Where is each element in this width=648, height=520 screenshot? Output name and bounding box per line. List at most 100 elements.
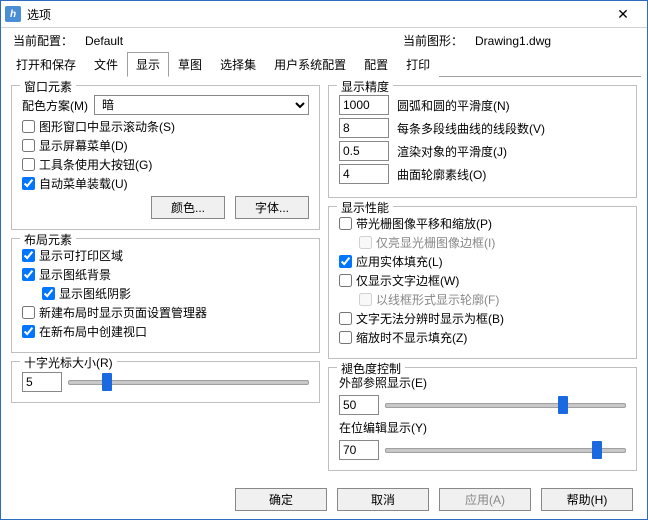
raster-frame-input [359, 236, 372, 249]
fade-control-group: 褪色度控制 外部参照显示(E) 在位编辑显示(Y) [328, 367, 637, 471]
scrollbars-input[interactable] [22, 120, 35, 133]
printable-area-input[interactable] [22, 249, 35, 262]
tab-5[interactable]: 用户系统配置 [265, 52, 355, 77]
text-frame-label: 仅显示文字边框(W) [356, 272, 459, 289]
render-smooth-input[interactable] [339, 141, 389, 161]
layout-elements-group: 布局元素 显示可打印区域 显示图纸背景 显示图纸阴影 新建布局时显示页面设置管理… [11, 238, 320, 353]
raster-pan-checkbox[interactable]: 带光栅图像平移和缩放(P) [339, 215, 626, 232]
apply-button[interactable]: 应用(A) [439, 488, 531, 511]
help-button[interactable]: 帮助(H) [541, 488, 633, 511]
solid-fill-input[interactable] [339, 255, 352, 268]
large-buttons-input[interactable] [22, 158, 35, 171]
zoom-nofill-checkbox[interactable]: 缩放时不显示填充(Z) [339, 329, 626, 346]
text-frame-input[interactable] [339, 274, 352, 287]
paper-bg-checkbox[interactable]: 显示图纸背景 [22, 266, 309, 283]
auto-menu-label: 自动菜单装载(U) [39, 175, 128, 192]
text-frame-checkbox[interactable]: 仅显示文字边框(W) [339, 272, 626, 289]
colors-button[interactable]: 颜色... [151, 196, 225, 219]
tab-4[interactable]: 选择集 [211, 52, 265, 77]
paper-shadow-checkbox[interactable]: 显示图纸阴影 [42, 285, 309, 302]
paper-bg-input[interactable] [22, 268, 35, 281]
screen-menu-label: 显示屏幕菜单(D) [39, 137, 128, 154]
poly-segments-input[interactable] [339, 118, 389, 138]
layout-elements-title: 布局元素 [20, 231, 76, 248]
paper-shadow-input[interactable] [42, 287, 55, 300]
xref-fade-slider[interactable] [385, 397, 626, 413]
color-scheme-select[interactable]: 暗 [94, 95, 309, 115]
tab-0[interactable]: 打开和保存 [7, 52, 85, 77]
scrollbars-checkbox[interactable]: 图形窗口中显示滚动条(S) [22, 118, 309, 135]
screen-menu-checkbox[interactable]: 显示屏幕菜单(D) [22, 137, 309, 154]
new-layout-checkbox[interactable]: 新建布局时显示页面设置管理器 [22, 304, 309, 321]
printable-area-label: 显示可打印区域 [39, 247, 123, 264]
current-config-label: 当前配置： [13, 32, 73, 49]
arc-smooth-label: 圆弧和圆的平滑度(N) [397, 97, 510, 114]
contour-input[interactable] [339, 164, 389, 184]
inplace-fade-thumb[interactable] [592, 441, 602, 459]
display-precision-group: 显示精度 圆弧和圆的平滑度(N) 每条多段线曲线的线段数(V) 渲染对象的平滑度… [328, 85, 637, 198]
scrollbars-label: 图形窗口中显示滚动条(S) [39, 118, 175, 135]
tab-body: 窗口元素 配色方案(M) 暗 图形窗口中显示滚动条(S) 显示屏幕菜单(D) [1, 77, 647, 483]
create-vp-label: 在新布局中创建视口 [39, 323, 147, 340]
crosshair-group: 十字光标大小(R) [11, 361, 320, 403]
dialog-footer: 确定 取消 应用(A) 帮助(H) [235, 488, 633, 511]
cancel-button[interactable]: 取消 [337, 488, 429, 511]
text-unread-checkbox[interactable]: 文字无法分辨时显示为框(B) [339, 310, 626, 327]
raster-pan-label: 带光栅图像平移和缩放(P) [356, 215, 492, 232]
solid-fill-label: 应用实体填充(L) [356, 253, 443, 270]
close-button[interactable]: ✕ [603, 1, 643, 27]
left-column: 窗口元素 配色方案(M) 暗 图形窗口中显示滚动条(S) 显示屏幕菜单(D) [11, 85, 320, 479]
fade-control-title: 褪色度控制 [337, 360, 405, 377]
inplace-fade-label: 在位编辑显示(Y) [339, 419, 626, 436]
tab-1[interactable]: 文件 [85, 52, 127, 77]
current-config-value: Default [85, 34, 245, 48]
paper-shadow-label: 显示图纸阴影 [59, 285, 131, 302]
raster-frame-checkbox: 仅亮显光栅图像边框(I) [359, 234, 626, 251]
config-summary: 当前配置： Default 当前图形： Drawing1.dwg [1, 28, 647, 51]
window-elements-title: 窗口元素 [20, 78, 76, 95]
text-unread-input[interactable] [339, 312, 352, 325]
crosshair-title: 十字光标大小(R) [20, 354, 117, 371]
tab-6[interactable]: 配置 [355, 52, 397, 77]
screen-menu-input[interactable] [22, 139, 35, 152]
auto-menu-checkbox[interactable]: 自动菜单装载(U) [22, 175, 309, 192]
current-drawing-value: Drawing1.dwg [475, 34, 635, 48]
wire-sil-label: 以线框形式显示轮廓(F) [376, 291, 499, 308]
xref-fade-input[interactable] [339, 395, 379, 415]
zoom-nofill-label: 缩放时不显示填充(Z) [356, 329, 467, 346]
options-dialog: h 选项 ✕ 当前配置： Default 当前图形： Drawing1.dwg … [0, 0, 648, 520]
create-vp-checkbox[interactable]: 在新布局中创建视口 [22, 323, 309, 340]
inplace-fade-input[interactable] [339, 440, 379, 460]
create-vp-input[interactable] [22, 325, 35, 338]
tab-2[interactable]: 显示 [127, 52, 169, 77]
solid-fill-checkbox[interactable]: 应用实体填充(L) [339, 253, 626, 270]
crosshair-input[interactable] [22, 372, 62, 392]
fonts-button[interactable]: 字体... [235, 196, 309, 219]
printable-area-checkbox[interactable]: 显示可打印区域 [22, 247, 309, 264]
inplace-fade-slider[interactable] [385, 442, 626, 458]
current-drawing-label: 当前图形： [403, 32, 463, 49]
tab-7[interactable]: 打印 [397, 52, 439, 77]
large-buttons-checkbox[interactable]: 工具条使用大按钮(G) [22, 156, 309, 173]
ok-button[interactable]: 确定 [235, 488, 327, 511]
tab-strip: 打开和保存文件显示草图选择集用户系统配置配置打印 [7, 51, 641, 77]
raster-pan-input[interactable] [339, 217, 352, 230]
new-layout-input[interactable] [22, 306, 35, 319]
display-precision-title: 显示精度 [337, 78, 393, 95]
paper-bg-label: 显示图纸背景 [39, 266, 111, 283]
new-layout-label: 新建布局时显示页面设置管理器 [39, 304, 207, 321]
zoom-nofill-input[interactable] [339, 331, 352, 344]
wire-sil-input [359, 293, 372, 306]
auto-menu-input[interactable] [22, 177, 35, 190]
poly-segments-label: 每条多段线曲线的线段数(V) [397, 120, 545, 137]
right-column: 显示精度 圆弧和圆的平滑度(N) 每条多段线曲线的线段数(V) 渲染对象的平滑度… [328, 85, 637, 479]
color-scheme-row: 配色方案(M) 暗 [22, 95, 309, 115]
tab-3[interactable]: 草图 [169, 52, 211, 77]
xref-fade-thumb[interactable] [558, 396, 568, 414]
crosshair-thumb[interactable] [102, 373, 112, 391]
crosshair-slider[interactable] [68, 374, 309, 390]
display-performance-title: 显示性能 [337, 199, 393, 216]
arc-smooth-input[interactable] [339, 95, 389, 115]
raster-frame-label: 仅亮显光栅图像边框(I) [376, 234, 495, 251]
app-icon: h [5, 6, 21, 22]
